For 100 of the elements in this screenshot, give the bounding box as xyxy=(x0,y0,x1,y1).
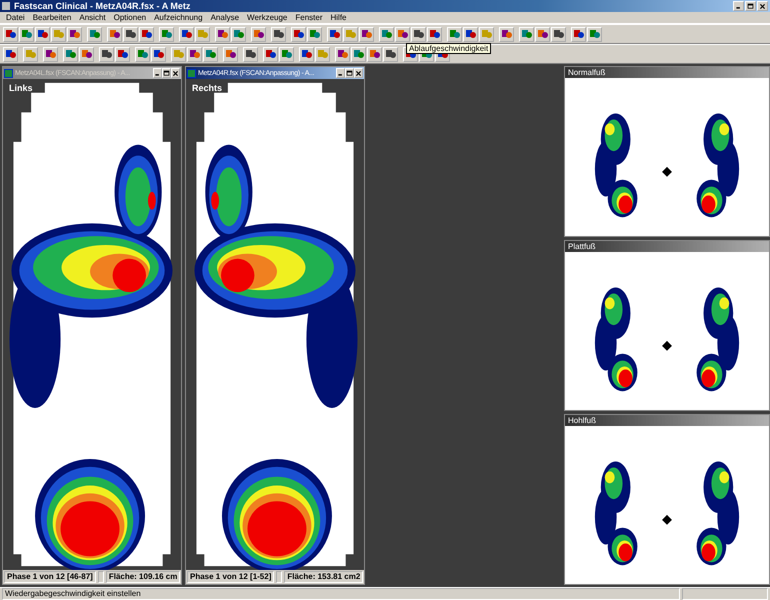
foot-label: Links xyxy=(9,83,33,93)
close-icon xyxy=(759,2,766,10)
minimize-button[interactable] xyxy=(336,68,345,78)
tooltip: Ablaufgeschwindigkeit xyxy=(406,43,492,54)
toolbar-button[interactable] xyxy=(463,26,478,42)
toolbar-button[interactable] xyxy=(3,26,18,42)
toolbar-button[interactable] xyxy=(123,26,138,42)
toolbar-button[interactable] xyxy=(99,46,114,62)
toolbar-button[interactable] xyxy=(327,26,342,42)
toolbar-icon xyxy=(428,28,440,40)
document-icon xyxy=(187,68,196,78)
toolbar-icon xyxy=(572,28,584,40)
close-icon xyxy=(355,70,362,76)
toolbar-icon xyxy=(280,48,292,60)
toolbar-button[interactable] xyxy=(367,46,382,62)
toolbar-icon xyxy=(292,28,304,40)
menu-item[interactable]: Werkzeuge xyxy=(243,13,292,22)
close-button[interactable] xyxy=(354,68,363,78)
toolbar-button[interactable] xyxy=(499,26,514,42)
minimize-button[interactable] xyxy=(153,68,162,78)
toolbar-button[interactable] xyxy=(3,46,18,62)
maximize-icon xyxy=(747,2,754,10)
toolbar-button[interactable] xyxy=(139,26,154,42)
toolbar-button[interactable] xyxy=(271,26,286,42)
toolbar-icon xyxy=(264,48,276,60)
document-icon xyxy=(4,68,13,78)
panel-title: Hohlfuß xyxy=(565,415,769,426)
toolbar-button[interactable] xyxy=(335,46,350,62)
toolbar-icon xyxy=(224,48,236,60)
toolbar-icon xyxy=(336,48,348,60)
maximize-button[interactable] xyxy=(162,68,171,78)
toolbar-button[interactable] xyxy=(535,26,550,42)
toolbar-icon xyxy=(136,48,148,60)
toolbar-icon xyxy=(52,28,64,40)
toolbar-button[interactable] xyxy=(291,26,306,42)
toolbar-button[interactable] xyxy=(187,46,202,62)
maximize-icon xyxy=(346,70,353,76)
toolbar-icon xyxy=(344,28,356,40)
toolbar-icon xyxy=(520,28,532,40)
menu-item[interactable]: Analyse xyxy=(206,13,244,22)
toolbar-icon xyxy=(116,48,128,60)
toolbar-icon xyxy=(588,28,600,40)
toolbar-button[interactable] xyxy=(571,26,586,42)
toolbar-icon xyxy=(300,48,312,60)
toolbar-button[interactable] xyxy=(411,26,426,42)
menu-item[interactable]: Ansicht xyxy=(75,13,110,22)
toolbar-button[interactable] xyxy=(43,46,58,62)
toolbar-button[interactable] xyxy=(383,46,398,62)
panel-title: Plattfuß xyxy=(565,241,769,252)
status-pane: Fläche: 153.81 cm2 xyxy=(284,571,364,583)
toolbar-button[interactable] xyxy=(551,26,566,42)
maximize-button[interactable] xyxy=(745,1,756,11)
toolbar-button[interactable] xyxy=(115,46,130,62)
toolbar-button[interactable] xyxy=(395,26,410,42)
toolbar-button[interactable] xyxy=(107,26,122,42)
status-pane xyxy=(98,571,104,583)
menu-item[interactable]: Hilfe xyxy=(326,13,351,22)
toolbar-icon xyxy=(384,48,396,60)
menu-item[interactable]: Optionen xyxy=(110,13,150,22)
toolbar-icon xyxy=(44,48,56,60)
toolbar-button[interactable] xyxy=(359,26,374,42)
toolbar-icon xyxy=(216,28,228,40)
maximize-button[interactable] xyxy=(345,68,354,78)
close-button[interactable] xyxy=(757,1,768,11)
toolbar-icon xyxy=(464,28,476,40)
toolbar-button[interactable] xyxy=(215,26,230,42)
toolbar-button[interactable] xyxy=(67,26,82,42)
menu-item[interactable]: Fenster xyxy=(291,13,326,22)
toolbar-icon xyxy=(140,28,152,40)
toolbar-icon xyxy=(152,48,164,60)
toolbar-icon xyxy=(160,28,172,40)
toolbar-button[interactable] xyxy=(243,46,258,62)
toolbar-button[interactable] xyxy=(251,26,266,42)
menu-item[interactable]: Bearbeiten xyxy=(28,13,76,22)
minimize-button[interactable] xyxy=(733,1,744,11)
toolbar-icon xyxy=(552,28,564,40)
toolbar-button[interactable] xyxy=(151,46,166,62)
toolbar-icon xyxy=(100,48,112,60)
toolbar-button[interactable] xyxy=(79,46,94,62)
toolbar-icon xyxy=(20,28,32,40)
toolbar-icon xyxy=(4,48,16,60)
toolbar-button[interactable] xyxy=(223,46,238,62)
toolbar-button[interactable] xyxy=(35,26,50,42)
close-button[interactable] xyxy=(171,68,180,78)
menu-item[interactable]: Datei xyxy=(2,13,29,22)
toolbar-button[interactable] xyxy=(427,26,442,42)
toolbar-button[interactable] xyxy=(179,26,194,42)
toolbar-icon xyxy=(196,28,208,40)
toolbar-icon xyxy=(172,48,184,60)
toolbar-icon xyxy=(108,28,120,40)
toolbar-icon xyxy=(24,48,36,60)
foot-label: Rechts xyxy=(192,83,222,93)
menu-item[interactable]: Aufzeichnung xyxy=(150,13,207,22)
toolbar-icon xyxy=(64,48,76,60)
status-pane: Phase 1 von 12 [1-52] xyxy=(187,571,274,583)
toolbar-button[interactable] xyxy=(299,46,314,62)
toolbar-icon xyxy=(536,28,548,40)
status-pane: Phase 1 von 12 [46-87] xyxy=(4,571,96,583)
toolbar-button[interactable] xyxy=(263,46,278,62)
panel-title: Normalfuß xyxy=(565,67,769,78)
